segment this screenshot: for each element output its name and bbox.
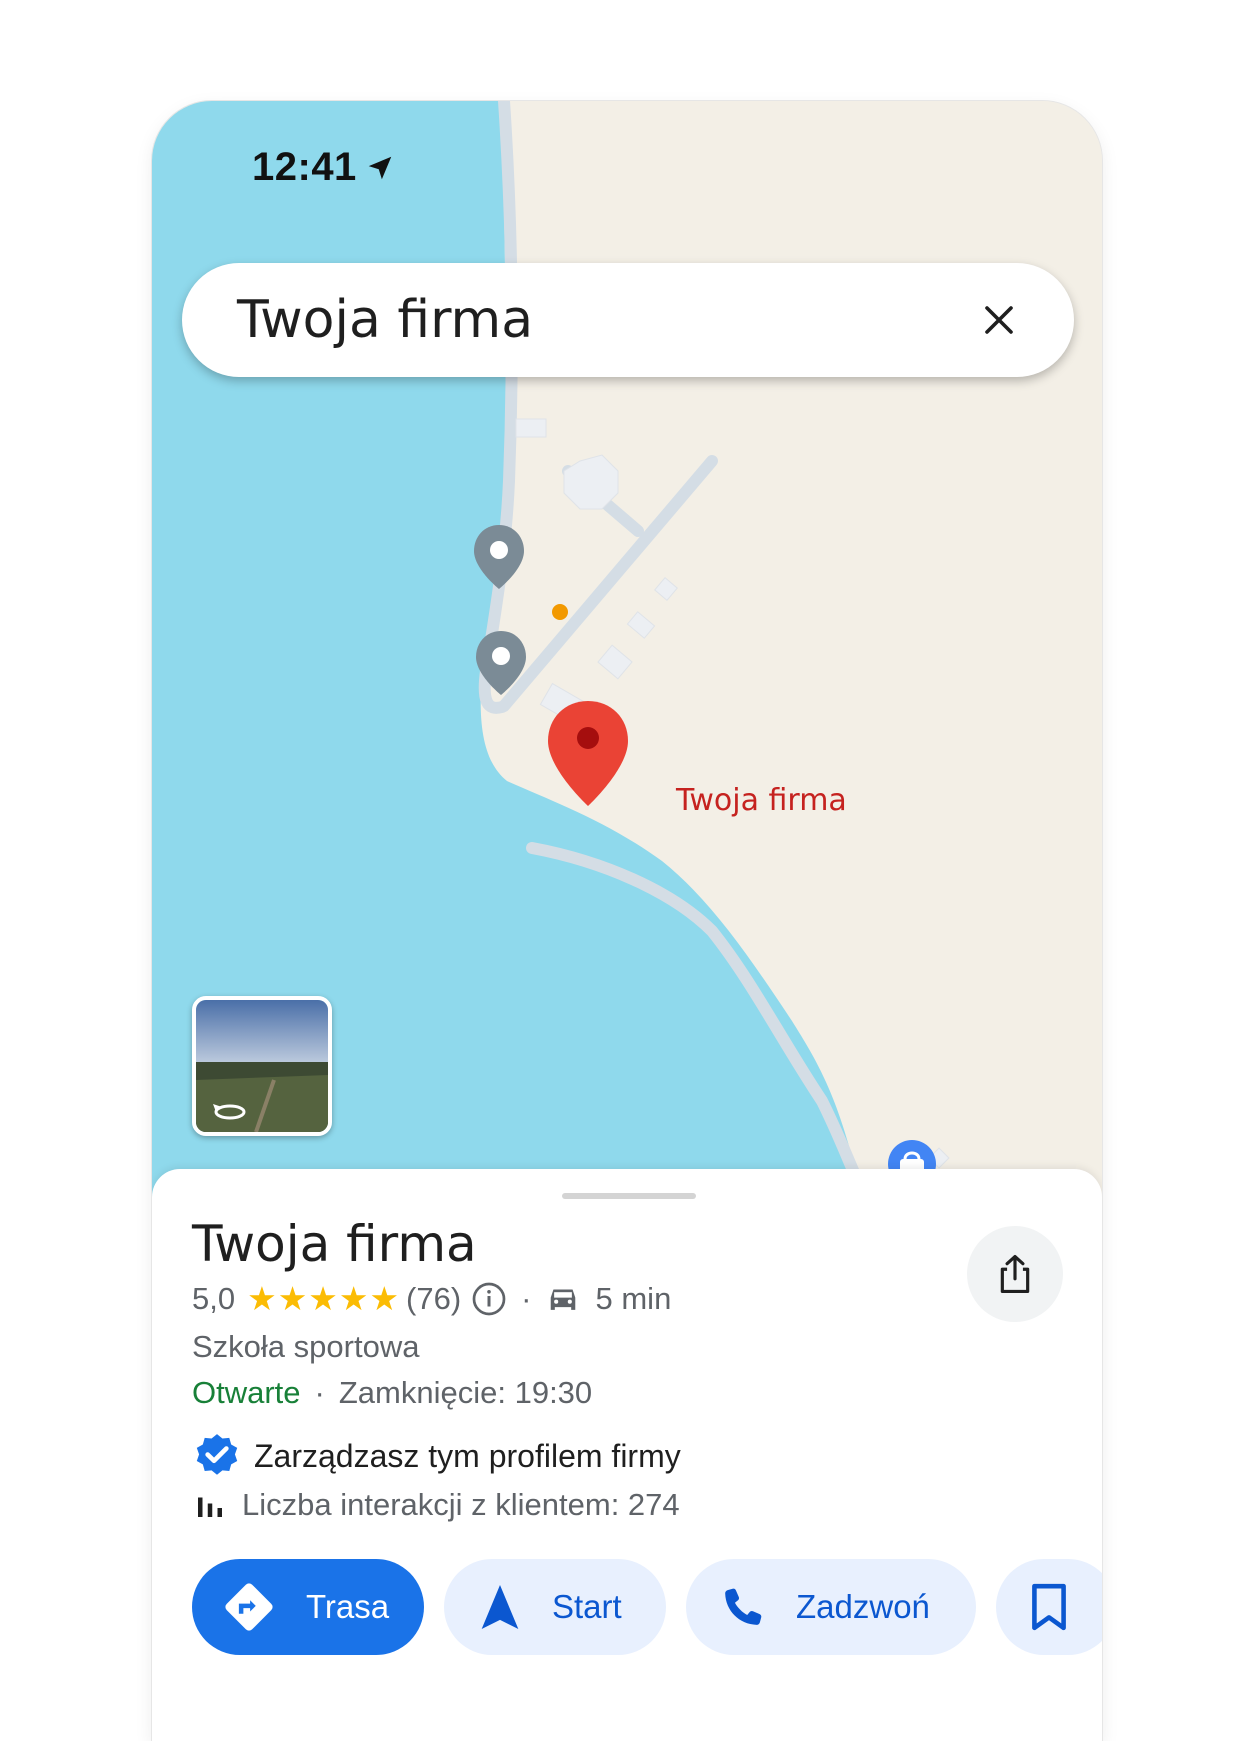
managed-profile-text: Zarządzasz tym profilem firmy <box>254 1437 681 1474</box>
close-button[interactable] <box>964 285 1034 355</box>
status-bar-time: 12:41 <box>252 145 395 190</box>
rating-stars: ★★★★★ <box>247 1280 401 1317</box>
rating-value: 5,0 <box>192 1280 236 1316</box>
action-buttons: Trasa Start Zadzwoń <box>192 1559 1102 1655</box>
share-button[interactable] <box>967 1226 1063 1322</box>
save-button[interactable] <box>996 1559 1102 1655</box>
separator-dot: · <box>314 1375 325 1410</box>
separator-dot: · <box>521 1280 532 1316</box>
closing-time: Zamknięcie: 19:30 <box>338 1375 593 1410</box>
info-icon[interactable] <box>471 1281 507 1317</box>
place-title: Twoja firma <box>192 1215 477 1273</box>
directions-label: Trasa <box>306 1588 390 1625</box>
place-category: Szkoła sportowa <box>192 1329 420 1364</box>
directions-button[interactable]: Trasa <box>192 1559 424 1655</box>
place-details-sheet[interactable]: Twoja firma 5,0 ★★★★★ (76) · 5 min Szkoł… <box>152 1169 1102 1741</box>
map-pin-label[interactable]: Twoja firma <box>676 783 847 818</box>
street-view-photo <box>196 1000 328 1132</box>
hours-row[interactable]: Otwarte · Zamknięcie: 19:30 <box>192 1375 592 1411</box>
managed-profile-row[interactable]: Zarządzasz tym profilem firmy <box>192 1431 681 1481</box>
phone-icon <box>725 1588 762 1625</box>
open-status: Otwarte <box>192 1375 301 1410</box>
bar-chart-icon <box>198 1497 222 1517</box>
start-label: Start <box>552 1588 622 1625</box>
sheet-drag-handle[interactable] <box>562 1193 696 1199</box>
interactions-text: Liczba interakcji z klientem: 274 <box>242 1487 680 1522</box>
search-input[interactable]: Twoja firma <box>237 290 964 350</box>
bookmark-icon <box>1032 1583 1066 1631</box>
location-arrow-icon <box>368 156 392 179</box>
interactions-row[interactable]: Liczba interakcji z klientem: 274 <box>192 1487 680 1523</box>
phone-frame: 12:41 Twoja firma Twoja firma Twoja firm… <box>152 101 1102 1741</box>
rating-row: 5,0 ★★★★★ (76) · 5 min <box>192 1279 671 1318</box>
poi-dot-icon[interactable] <box>552 604 568 620</box>
car-icon <box>550 1288 575 1310</box>
search-bar[interactable]: Twoja firma <box>182 263 1074 377</box>
close-icon <box>985 306 1013 334</box>
map-building <box>515 418 547 438</box>
navigation-arrow-icon <box>481 1585 519 1629</box>
call-button[interactable]: Zadzwoń <box>686 1559 976 1655</box>
share-icon <box>1000 1255 1030 1293</box>
start-button[interactable]: Start <box>444 1559 666 1655</box>
review-count[interactable]: (76) <box>406 1281 461 1317</box>
call-label: Zadzwoń <box>796 1588 930 1625</box>
drive-time: 5 min <box>595 1280 672 1316</box>
directions-icon <box>225 1583 273 1631</box>
street-view-thumbnail[interactable] <box>192 996 332 1136</box>
verified-badge-icon <box>196 1434 238 1475</box>
